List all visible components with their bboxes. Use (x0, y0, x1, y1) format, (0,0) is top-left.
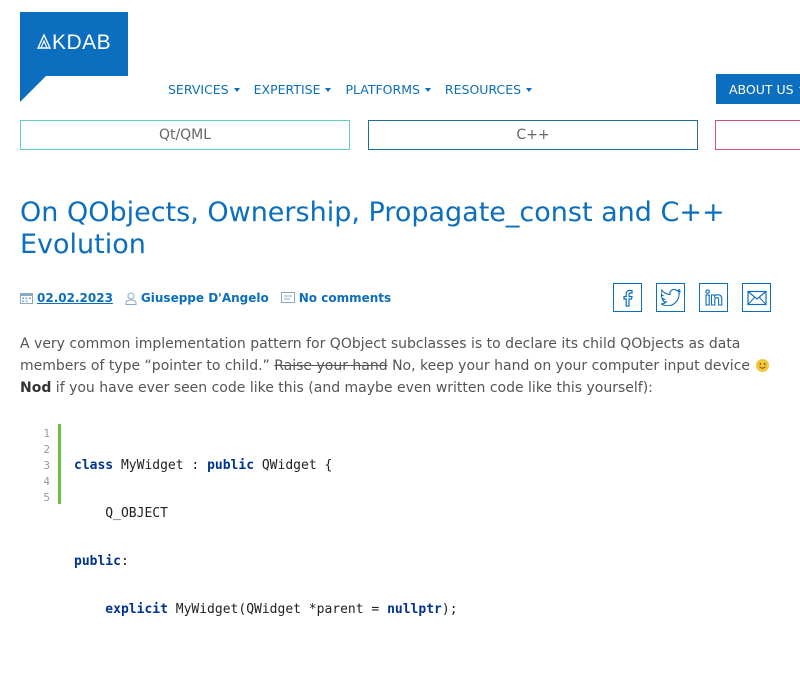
category-cpp[interactable]: C++ (368, 120, 698, 150)
article-comments[interactable]: No comments (280, 291, 391, 305)
code-line: public: (74, 554, 129, 569)
code-lines: class MyWidget : public QWidget { Q_OBJE… (74, 426, 458, 698)
nav-item-platforms[interactable]: PLATFORMS (345, 82, 431, 97)
nav-item-resources[interactable]: RESOURCES (445, 82, 533, 97)
caret-down-icon (325, 87, 332, 92)
caret-down-icon (424, 87, 431, 92)
share-twitter-button[interactable] (656, 283, 685, 312)
smiley-emoji-icon (756, 359, 770, 372)
article-meta: 02.02.2023 Giuseppe D'Angelo No comments (20, 291, 403, 305)
article-title: On QObjects, Ownership, Propagate_const … (20, 197, 725, 260)
facebook-icon (622, 289, 633, 307)
comment-icon (280, 292, 295, 303)
logo-tail (20, 76, 46, 102)
kdab-logo-mark-icon (37, 33, 51, 49)
code-line: class MyWidget : public QWidget { (74, 458, 333, 473)
code-line: Q_OBJECT (74, 506, 168, 521)
about-us-button[interactable]: ABOUT US (716, 74, 800, 104)
email-icon (746, 290, 767, 305)
nav-item-expertise[interactable]: EXPERTISE (254, 82, 332, 97)
strikethrough-text: Raise your hand (274, 358, 388, 374)
share-facebook-button[interactable] (613, 283, 642, 312)
share-email-button[interactable] (742, 283, 771, 312)
caret-down-icon (526, 87, 533, 92)
article-paragraph: A very common implementation pattern for… (20, 333, 790, 399)
code-line: explicit MyWidget(QWidget *parent = null… (74, 602, 458, 617)
share-linkedin-button[interactable] (699, 283, 728, 312)
nav-item-services[interactable]: SERVICES (168, 82, 240, 97)
article-date[interactable]: 02.02.2023 (20, 291, 113, 305)
twitter-icon (660, 289, 681, 306)
main-nav: SERVICES EXPERTISE PLATFORMS RESOURCES (168, 82, 546, 97)
calendar-icon (20, 293, 33, 304)
category-third[interactable] (715, 120, 800, 150)
linkedin-icon (704, 289, 722, 306)
logo-text: KDAB (52, 31, 112, 54)
article-author[interactable]: Giuseppe D'Angelo (125, 291, 269, 305)
code-accent-bar (58, 424, 61, 504)
category-qt-qml[interactable]: Qt/QML (20, 120, 350, 150)
caret-down-icon (233, 87, 240, 92)
user-icon (125, 292, 137, 305)
code-line-numbers: 1 2 3 4 5 (43, 427, 50, 504)
share-buttons (613, 283, 771, 312)
code-block: 1 2 3 4 5 class MyWidget : public QWidge… (22, 424, 800, 617)
